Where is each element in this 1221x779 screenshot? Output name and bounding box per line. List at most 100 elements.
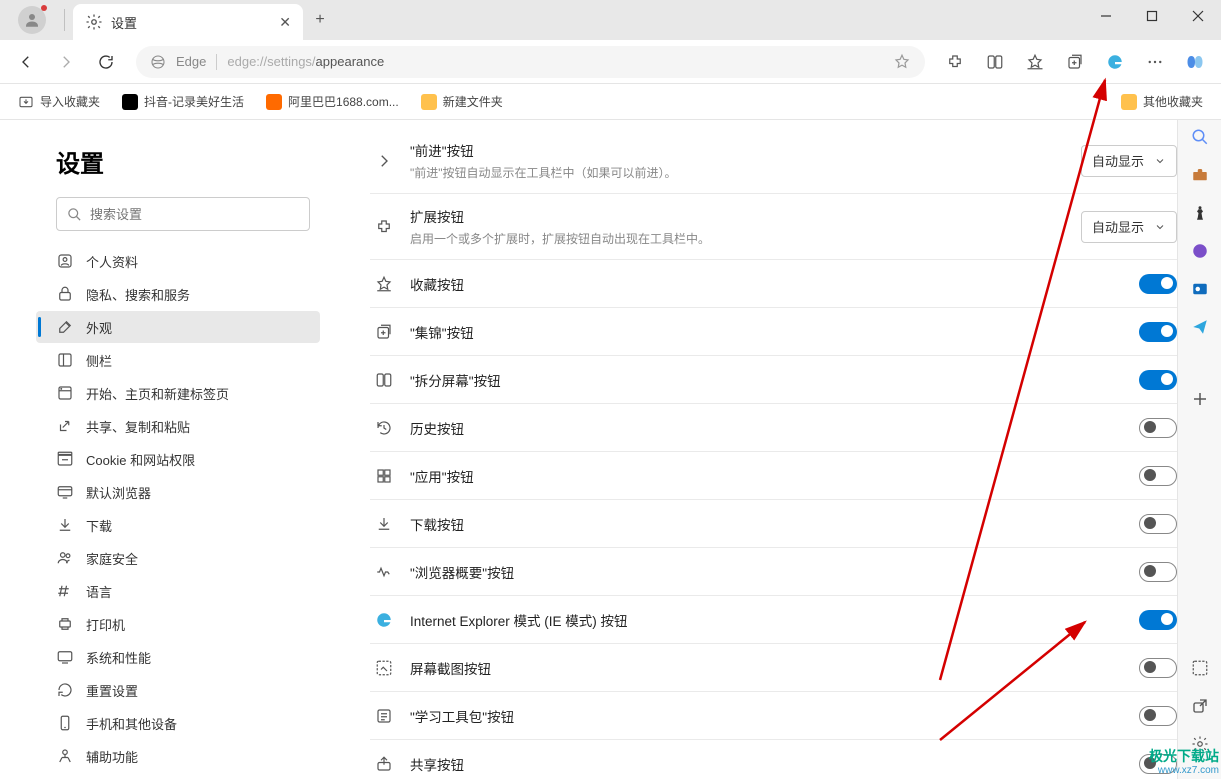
rsb-settings-icon[interactable] (1189, 733, 1211, 755)
forward-button (48, 44, 84, 80)
close-tab-icon[interactable]: ✕ (279, 14, 291, 31)
row-desc: "前进"按钮自动显示在工具栏中（如果可以前进）。 (410, 164, 1065, 181)
import-bookmarks-button[interactable]: 导入收藏夹 (10, 89, 108, 114)
rsb-office-icon[interactable] (1189, 240, 1211, 262)
setting-row-history: 历史按钮 (370, 404, 1181, 452)
row-title: Internet Explorer 模式 (IE 模式) 按钮 (410, 610, 1123, 630)
apps-icon (374, 467, 394, 485)
extensions-icon[interactable] (937, 44, 973, 80)
dropdown-puzzle[interactable]: 自动显示 (1081, 211, 1177, 243)
browser-tab[interactable]: 设置 ✕ (73, 4, 303, 40)
split-icon (374, 371, 394, 389)
minimize-button[interactable] (1083, 0, 1129, 32)
setting-row-share: 共享按钮 (370, 740, 1181, 779)
search-settings-input[interactable] (56, 197, 310, 231)
dropdown-forward[interactable]: 自动显示 (1081, 145, 1177, 177)
other-bookmarks-button[interactable]: 其他收藏夹 (1113, 89, 1211, 114)
toggle-share[interactable] (1139, 754, 1177, 774)
sidebar-item-3[interactable]: 侧栏 (36, 344, 320, 376)
sidebar-item-8[interactable]: 下载 (36, 509, 320, 541)
nav-icon (56, 252, 74, 270)
sidebar-item-13[interactable]: 重置设置 (36, 674, 320, 706)
maximize-button[interactable] (1129, 0, 1175, 32)
toggle-download[interactable] (1139, 514, 1177, 534)
setting-row-screenshot: 屏幕截图按钮 (370, 644, 1181, 692)
nav-icon (56, 747, 74, 765)
more-menu-icon[interactable] (1137, 44, 1173, 80)
setting-row-learn: "学习工具包"按钮 (370, 692, 1181, 740)
address-url: edge://settings/appearance (227, 54, 883, 69)
address-label: Edge (176, 54, 206, 69)
row-title: 下载按钮 (410, 514, 1123, 534)
share-icon (374, 755, 394, 773)
sidebar-item-16[interactable]: 关于 Microsoft Edge (36, 773, 320, 779)
toggle-learn[interactable] (1139, 706, 1177, 726)
split-screen-icon[interactable] (977, 44, 1013, 80)
refresh-button[interactable] (88, 44, 124, 80)
toggle-split[interactable] (1139, 370, 1177, 390)
toggle-collections[interactable] (1139, 322, 1177, 342)
history-icon (374, 419, 394, 437)
favorites-icon[interactable] (1017, 44, 1053, 80)
nav-icon (56, 450, 74, 468)
setting-row-forward: "前进"按钮 "前进"按钮自动显示在工具栏中（如果可以前进）。自动显示 (370, 128, 1181, 194)
toggle-history[interactable] (1139, 418, 1177, 438)
address-bar[interactable]: Edge edge://settings/appearance (136, 46, 925, 78)
toggle-wave[interactable] (1139, 562, 1177, 582)
toggle-star[interactable] (1139, 274, 1177, 294)
sidebar-item-5[interactable]: 共享、复制和粘贴 (36, 410, 320, 442)
nav-icon (56, 681, 74, 699)
ie-mode-icon[interactable] (1097, 44, 1133, 80)
rsb-outlook-icon[interactable] (1189, 278, 1211, 300)
setting-row-star: 收藏按钮 (370, 260, 1181, 308)
rsb-add-button[interactable] (1189, 388, 1211, 410)
sidebar-item-14[interactable]: 手机和其他设备 (36, 707, 320, 739)
forward-icon (374, 152, 394, 170)
nav-icon (56, 384, 74, 402)
rsb-search-icon[interactable] (1189, 126, 1211, 148)
back-button[interactable] (8, 44, 44, 80)
nav-icon (56, 648, 74, 666)
favorite-star-icon[interactable] (893, 53, 911, 71)
sidebar-item-11[interactable]: 打印机 (36, 608, 320, 640)
row-title: 收藏按钮 (410, 274, 1123, 294)
rsb-briefcase-icon[interactable] (1189, 164, 1211, 186)
download-icon (374, 515, 394, 533)
collections-icon[interactable] (1057, 44, 1093, 80)
row-title: 扩展按钮 (410, 206, 1065, 226)
sidebar-item-12[interactable]: 系统和性能 (36, 641, 320, 673)
rsb-send-icon[interactable] (1189, 316, 1211, 338)
rsb-popout-icon[interactable] (1189, 695, 1211, 717)
sidebar-item-7[interactable]: 默认浏览器 (36, 476, 320, 508)
bookmark-item[interactable]: 抖音-记录美好生活 (114, 89, 252, 114)
sidebar-item-10[interactable]: 语言 (36, 575, 320, 607)
new-tab-button[interactable]: + (303, 3, 337, 37)
nav-icon (56, 318, 74, 336)
sidebar-item-15[interactable]: 辅助功能 (36, 740, 320, 772)
sidebar-item-9[interactable]: 家庭安全 (36, 542, 320, 574)
rsb-screenshot-icon[interactable] (1189, 657, 1211, 679)
tab-title: 设置 (111, 13, 271, 32)
setting-row-split: "拆分屏幕"按钮 (370, 356, 1181, 404)
rsb-chess-icon[interactable] (1189, 202, 1211, 224)
row-title: 共享按钮 (410, 754, 1123, 774)
row-title: "前进"按钮 (410, 140, 1065, 160)
ie-icon (374, 611, 394, 629)
sidebar-item-1[interactable]: 隐私、搜索和服务 (36, 278, 320, 310)
close-window-button[interactable] (1175, 0, 1221, 32)
bookmark-item[interactable]: 新建文件夹 (413, 89, 511, 114)
toggle-apps[interactable] (1139, 466, 1177, 486)
setting-row-wave: "浏览器概要"按钮 (370, 548, 1181, 596)
sidebar-item-0[interactable]: 个人资料 (36, 245, 320, 277)
bookmark-item[interactable]: 阿里巴巴1688.com... (258, 89, 407, 114)
sidebar-item-6[interactable]: Cookie 和网站权限 (36, 443, 320, 475)
profile-icon[interactable] (18, 6, 46, 34)
chevron-down-icon (1154, 221, 1166, 233)
sidebar-item-2[interactable]: 外观 (36, 311, 320, 343)
nav-icon (56, 285, 74, 303)
toggle-screenshot[interactable] (1139, 658, 1177, 678)
nav-icon (56, 483, 74, 501)
toggle-ie[interactable] (1139, 610, 1177, 630)
sidebar-item-4[interactable]: 开始、主页和新建标签页 (36, 377, 320, 409)
copilot-icon[interactable] (1177, 44, 1213, 80)
